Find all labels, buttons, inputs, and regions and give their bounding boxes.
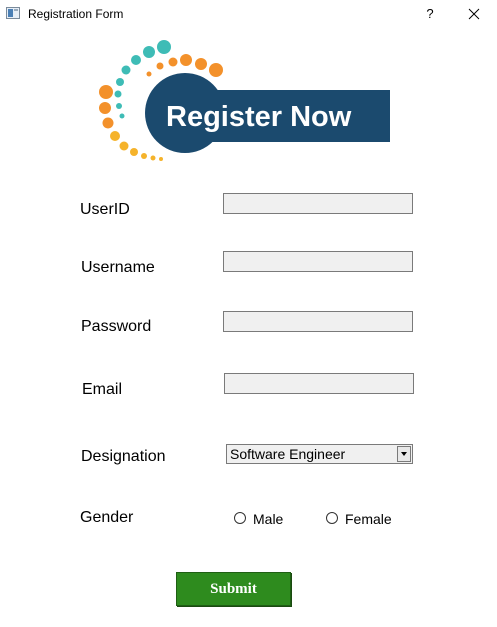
designation-selected: Software Engineer [230, 446, 346, 462]
logo-text: Register Now [166, 101, 352, 133]
title-bar: Registration Form ? [0, 0, 497, 30]
userid-label: UserID [80, 201, 130, 218]
gender-label: Gender [80, 509, 134, 526]
submit-button[interactable]: Submit [176, 572, 291, 606]
window-title: Registration Form [28, 7, 124, 21]
email-label: Email [82, 381, 123, 398]
window-icon [6, 7, 20, 19]
close-button[interactable] [462, 4, 486, 24]
gender-female-label[interactable]: Female [345, 511, 392, 527]
help-button[interactable]: ? [420, 4, 440, 24]
username-label: Username [81, 259, 155, 276]
close-icon [468, 8, 480, 20]
register-now-logo: Register Now [94, 38, 394, 166]
gender-male-radio[interactable] [234, 512, 246, 524]
password-label: Password [81, 318, 152, 335]
password-field[interactable] [223, 311, 413, 332]
userid-field[interactable] [223, 193, 413, 214]
designation-label: Designation [81, 448, 166, 465]
designation-dropdown[interactable]: Software Engineer [226, 444, 413, 464]
gender-male-label[interactable]: Male [253, 511, 283, 527]
dropdown-arrow-icon[interactable] [397, 446, 411, 462]
email-field[interactable] [224, 373, 414, 394]
gender-female-radio[interactable] [326, 512, 338, 524]
username-field[interactable] [223, 251, 413, 272]
